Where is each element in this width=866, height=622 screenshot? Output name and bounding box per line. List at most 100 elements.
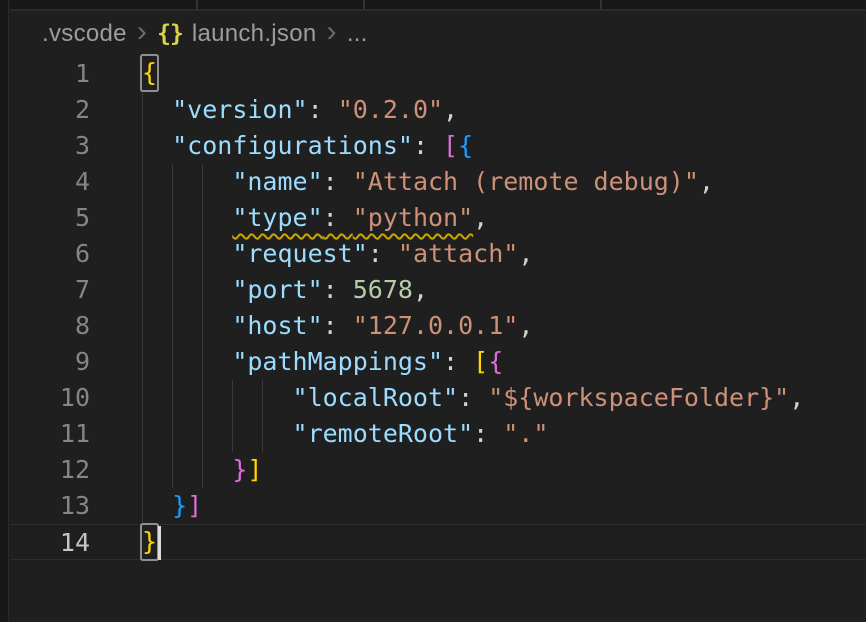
indent-guide (142, 200, 143, 236)
indent-guide (232, 416, 233, 452)
indent-guide (142, 380, 143, 416)
line-content: "configurations": [{ (142, 128, 866, 164)
code-line-1[interactable]: 1{ (10, 56, 866, 92)
line-number: 3 (10, 128, 90, 164)
code-token: : (323, 275, 353, 304)
code-area[interactable]: 1{2 "version": "0.2.0",3 "configurations… (10, 56, 866, 560)
code-token: : (368, 239, 398, 268)
line-content: } (142, 525, 866, 559)
code-token: "0.2.0" (338, 95, 443, 124)
line-number: 6 (10, 236, 90, 272)
code-token: "request" (232, 239, 367, 268)
indent-guide (142, 272, 143, 308)
code-token: "Attach (remote debug)" (353, 167, 699, 196)
json-braces-icon: {} (157, 21, 183, 47)
indent-guide (262, 380, 263, 416)
code-token: "pathMappings" (232, 347, 443, 376)
indent-guide (172, 452, 173, 488)
line-number: 1 (10, 56, 90, 92)
code-token: : (443, 347, 473, 376)
line-number: 4 (10, 164, 90, 200)
code-token: "version" (172, 95, 307, 124)
line-number: 10 (10, 380, 90, 416)
indent-guide (172, 308, 173, 344)
code-token: : (413, 131, 443, 160)
line-number: 11 (10, 416, 90, 452)
line-content: }] (142, 488, 866, 524)
code-token: "name" (232, 167, 322, 196)
code-line-12[interactable]: 12 }] (10, 452, 866, 488)
line-number: 9 (10, 344, 90, 380)
code-line-13[interactable]: 13 }] (10, 488, 866, 524)
code-token: , (789, 383, 804, 412)
line-content: "pathMappings": [{ (142, 344, 866, 380)
indent-guide (142, 416, 143, 452)
line-content: { (142, 56, 866, 92)
code-line-2[interactable]: 2 "version": "0.2.0", (10, 92, 866, 128)
tab-separator (600, 0, 602, 10)
text-cursor (158, 526, 161, 560)
code-token: "." (503, 419, 548, 448)
indent-guide (142, 236, 143, 272)
line-content: "request": "attach", (142, 236, 866, 272)
code-token: { (458, 131, 473, 160)
breadcrumb-item[interactable]: launch.json (192, 20, 317, 48)
code-token: } (172, 491, 187, 520)
breadcrumb: .vscode › {} launch.json ›... (10, 13, 866, 55)
indent-guide (142, 344, 143, 380)
code-line-11[interactable]: 11 "remoteRoot": "." (10, 416, 866, 452)
code-token: "${workspaceFolder}" (488, 383, 789, 412)
indent-guide (142, 308, 143, 344)
chevron-right-icon: › (137, 17, 147, 47)
code-line-3[interactable]: 3 "configurations": [{ (10, 128, 866, 164)
code-line-9[interactable]: 9 "pathMappings": [{ (10, 344, 866, 380)
sidebar-edge (0, 0, 9, 622)
indent-guide (202, 272, 203, 308)
code-token: "port" (232, 275, 322, 304)
code-line-4[interactable]: 4 "name": "Attach (remote debug)", (10, 164, 866, 200)
code-token: "attach" (398, 239, 518, 268)
code-token: : (323, 203, 353, 232)
code-token: , (413, 275, 428, 304)
code-token: ] (187, 491, 202, 520)
code-line-5[interactable]: 5 "type": "python", (10, 200, 866, 236)
indent-guide (232, 380, 233, 416)
line-content: "localRoot": "${workspaceFolder}", (142, 380, 866, 416)
indent-guide (172, 416, 173, 452)
code-token: [ (443, 131, 458, 160)
code-line-10[interactable]: 10 "localRoot": "${workspaceFolder}", (10, 380, 866, 416)
code-token: "configurations" (172, 131, 413, 160)
warning-squiggle: "type": "python" (232, 203, 473, 232)
line-content: "remoteRoot": "." (142, 416, 866, 452)
line-number: 14 (10, 525, 90, 559)
code-token: "127.0.0.1" (353, 311, 519, 340)
indent-guide (202, 308, 203, 344)
code-line-8[interactable]: 8 "host": "127.0.0.1", (10, 308, 866, 344)
line-number: 12 (10, 452, 90, 488)
code-token: 5678 (353, 275, 413, 304)
code-line-7[interactable]: 7 "port": 5678, (10, 272, 866, 308)
line-number: 8 (10, 308, 90, 344)
vscode-window: .vscode›{}launch.json›... 1{2 "version":… (0, 0, 866, 622)
chevron-right-icon: › (327, 17, 337, 47)
code-line-6[interactable]: 6 "request": "attach", (10, 236, 866, 272)
line-content: "host": "127.0.0.1", (142, 308, 866, 344)
code-token: : (458, 383, 488, 412)
indent-guide (172, 200, 173, 236)
code-line-14[interactable]: 14} (10, 524, 866, 560)
indent-guide (172, 236, 173, 272)
line-content: "type": "python", (142, 200, 866, 236)
code-token: "python" (353, 203, 473, 232)
tab-bar[interactable] (10, 0, 866, 11)
tab-separator (363, 0, 365, 10)
indent-guide (202, 452, 203, 488)
code-token: "host" (232, 311, 322, 340)
breadcrumb-item[interactable]: ... (347, 20, 368, 48)
code-token: , (518, 311, 533, 340)
code-token: : (323, 167, 353, 196)
line-number: 7 (10, 272, 90, 308)
line-content: "name": "Attach (remote debug)", (142, 164, 866, 200)
breadcrumb-item[interactable]: .vscode (42, 20, 127, 48)
line-number: 13 (10, 488, 90, 524)
line-number: 5 (10, 200, 90, 236)
